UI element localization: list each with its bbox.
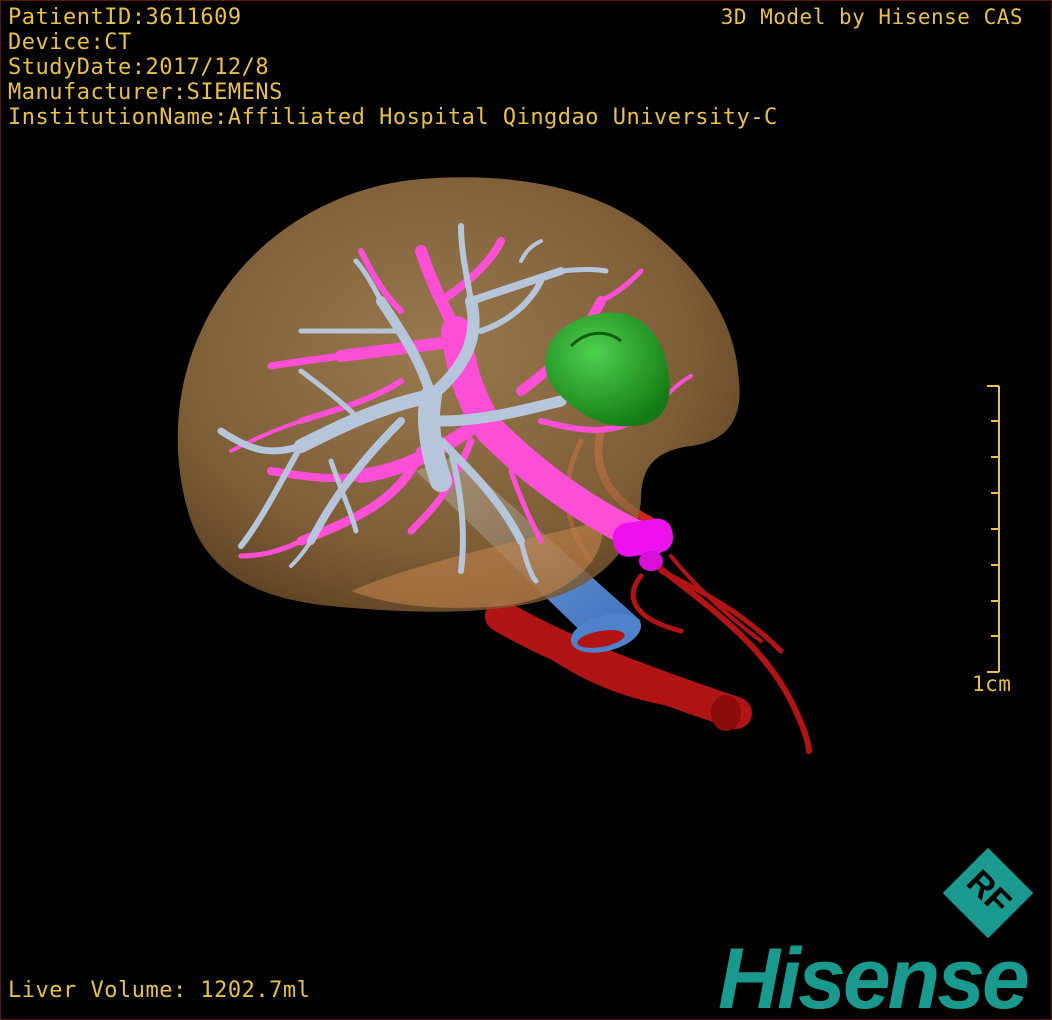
patient-id: PatientID:3611609 bbox=[8, 5, 242, 30]
rf-badge-logo: RF bbox=[942, 847, 1034, 939]
model-credit: 3D Model by Hisense CAS bbox=[720, 5, 1023, 29]
dicom-info-overlay: PatientID:3611609 Device:CT StudyDate:20… bbox=[8, 5, 778, 130]
scale-label: 1cm bbox=[972, 672, 1012, 696]
institution-name: InstitutionName:Affiliated Hospital Qing… bbox=[8, 105, 778, 130]
3d-render-viewport[interactable]: PatientID:3611609 Device:CT StudyDate:20… bbox=[0, 0, 1052, 1020]
liver-3d-model[interactable] bbox=[1, 1, 1052, 1020]
manufacturer: Manufacturer:SIEMENS bbox=[8, 80, 283, 105]
artery-end-cap bbox=[711, 695, 741, 731]
hisense-wordmark-logo: Hisense bbox=[718, 931, 1030, 1020]
portal-vein-trunk bbox=[612, 518, 674, 571]
study-date: StudyDate:2017/12/8 bbox=[8, 55, 270, 80]
device-type: Device:CT bbox=[8, 30, 132, 55]
scale-bar bbox=[987, 385, 1000, 673]
liver-volume-readout: Liver Volume: 1202.7ml bbox=[8, 978, 311, 1003]
